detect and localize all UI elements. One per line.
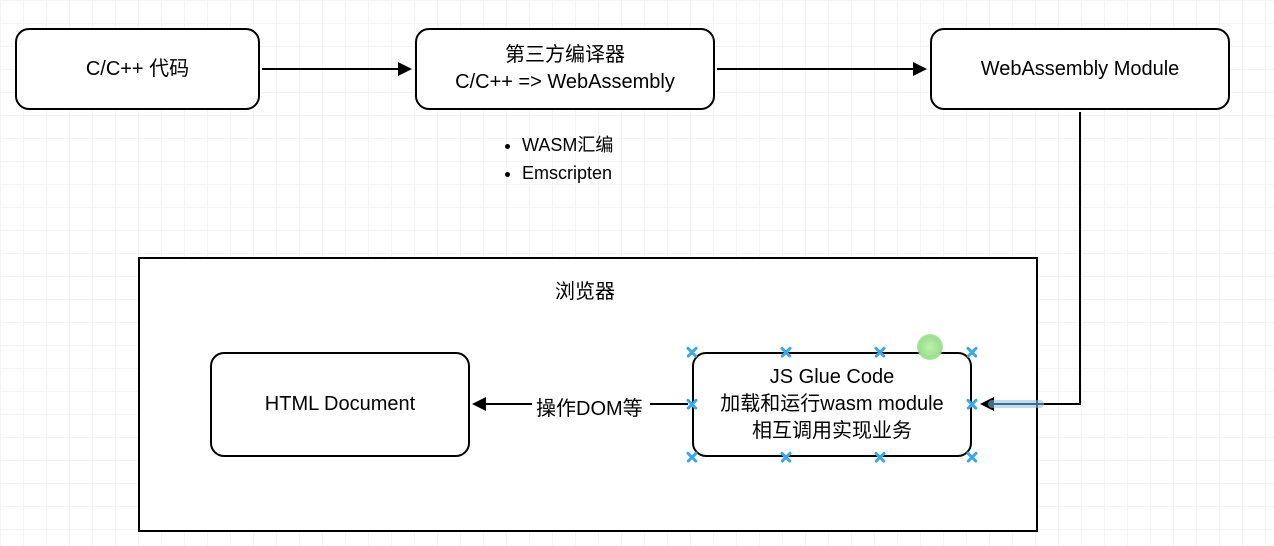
edge-wasm-to-glue-v (1079, 112, 1081, 405)
node-js-glue-line2: 加载和运行wasm module (720, 391, 943, 418)
arrowhead-icon (398, 62, 412, 76)
arrowhead-icon (913, 62, 927, 76)
node-compiler[interactable]: 第三方编译器 C/C++ => WebAssembly (415, 28, 715, 110)
selection-handle-icon[interactable] (685, 345, 699, 359)
selection-handle-icon[interactable] (873, 345, 887, 359)
arrowhead-icon (472, 397, 486, 411)
edge-compiler-to-wasm (717, 68, 915, 70)
selection-handle-icon[interactable] (779, 450, 793, 464)
node-html-document[interactable]: HTML Document (210, 352, 470, 457)
edge-source-to-compiler (262, 68, 400, 70)
node-compiler-line1: 第三方编译器 (505, 42, 625, 69)
node-source-code-label: C/C++ 代码 (86, 56, 189, 83)
compiler-bullets: WASM汇编 Emscripten (500, 132, 613, 188)
node-html-document-label: HTML Document (265, 391, 415, 418)
node-wasm-module-label: WebAssembly Module (981, 56, 1180, 83)
node-source-code[interactable]: C/C++ 代码 (15, 28, 260, 110)
edge-glue-to-html-left (484, 403, 532, 405)
edge-endpoint-highlight (988, 400, 1044, 408)
node-js-glue-line1: JS Glue Code (770, 364, 895, 391)
selection-handle-icon[interactable] (965, 397, 979, 411)
selection-handle-icon[interactable] (965, 345, 979, 359)
selection-handle-icon[interactable] (685, 450, 699, 464)
bullet-item: WASM汇编 (522, 132, 613, 160)
node-js-glue[interactable]: JS Glue Code 加载和运行wasm module 相互调用实现业务 (692, 352, 972, 457)
container-browser-title: 浏览器 (555, 275, 615, 304)
selection-handle-icon[interactable] (965, 450, 979, 464)
selection-handle-icon[interactable] (873, 450, 887, 464)
node-js-glue-line3: 相互调用实现业务 (752, 418, 912, 445)
edge-label-dom: 操作DOM等 (532, 392, 647, 421)
node-wasm-module[interactable]: WebAssembly Module (930, 28, 1230, 110)
bullet-item: Emscripten (522, 160, 613, 188)
rotate-handle-icon[interactable] (917, 334, 943, 360)
selection-handle-icon[interactable] (779, 345, 793, 359)
node-compiler-line2: C/C++ => WebAssembly (455, 69, 675, 96)
edge-glue-to-html-right (650, 403, 688, 405)
